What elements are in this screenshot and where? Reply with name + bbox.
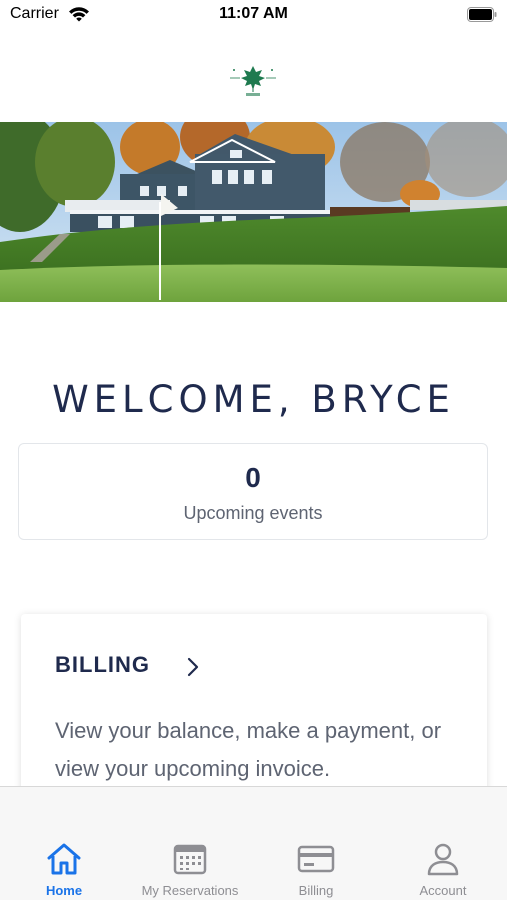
tab-billing[interactable]: Billing xyxy=(266,787,366,900)
clubhouse-photo xyxy=(0,122,507,302)
tab-home-label: Home xyxy=(45,883,83,898)
billing-card-title: BILLING xyxy=(55,652,150,677)
upcoming-events-label: Upcoming events xyxy=(183,503,323,523)
bottom-tab-bar: Home My Reservations Billing Account xyxy=(0,786,507,900)
tab-billing-label: Billing xyxy=(298,883,334,898)
credit-card-icon xyxy=(297,845,335,873)
battery-icon xyxy=(467,7,497,22)
upcoming-events-count: 0 xyxy=(245,462,261,493)
upcoming-events-card[interactable]: 0 Upcoming events xyxy=(18,443,488,540)
tab-my-reservations[interactable]: My Reservations xyxy=(126,787,254,900)
billing-card-description: View your balance, make a payment, or vi… xyxy=(55,718,442,781)
app-screen: Carrier 11:07 AM WELCOME, BRYCE 0 Upcomi… xyxy=(0,0,507,900)
club-logo xyxy=(230,66,276,96)
status-bar: Carrier 11:07 AM xyxy=(0,0,507,32)
chevron-right-icon xyxy=(187,657,199,677)
welcome-heading: WELCOME, BRYCE xyxy=(52,378,455,421)
home-icon xyxy=(47,843,81,875)
tab-my-reservations-label: My Reservations xyxy=(141,883,239,898)
tab-account-label: Account xyxy=(419,883,467,898)
person-icon xyxy=(427,843,459,876)
tab-home[interactable]: Home xyxy=(14,787,114,900)
clock-time: 11:07 AM xyxy=(219,5,288,22)
tab-account[interactable]: Account xyxy=(393,787,493,900)
calendar-icon xyxy=(173,844,207,875)
